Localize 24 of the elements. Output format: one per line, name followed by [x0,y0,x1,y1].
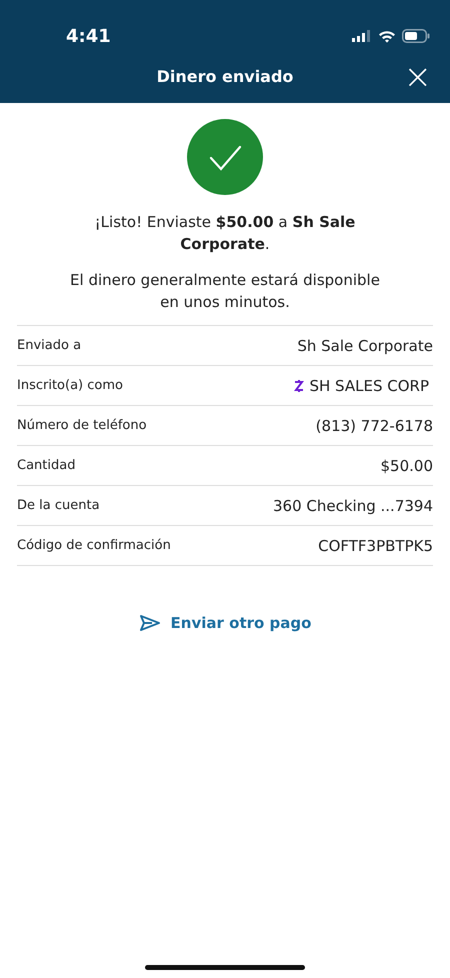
availability-note: El dinero generalmente estará disponible en unos minutos. [69,270,381,313]
detail-label: De la cuenta [17,498,100,513]
detail-value: (813) 772-6178 [316,416,433,434]
detail-label: Código de confirmación [17,538,171,553]
detail-value: $50.00 [380,456,433,474]
status-time: 4:41 [66,26,111,46]
detail-label: Inscrito(a) como [17,378,123,393]
detail-label: Enviado a [17,338,82,353]
send-icon [138,614,161,632]
success-check-icon [187,119,263,195]
zelle-z-icon [294,378,304,392]
detail-value: COFTF3PBTPK5 [318,536,433,554]
send-another-payment-link[interactable]: Enviar otro pago [138,614,312,632]
confirmation-message: ¡Listo! Enviaste $50.00 a Sh Sale Corporate. [94,212,356,255]
detail-label: Cantidad [17,458,76,473]
detail-value: Sh Sale Corporate [297,336,433,354]
detail-value: SH SALES CORP [309,376,429,394]
signal-icon [352,30,372,42]
detail-label: Número de teléfono [17,418,147,433]
battery-icon [402,29,430,43]
detail-value: 360 Checking ...7394 [273,496,433,514]
close-button[interactable]: × [404,60,432,94]
screen-title: Dinero enviado [156,67,294,86]
wifi-icon [378,30,396,42]
